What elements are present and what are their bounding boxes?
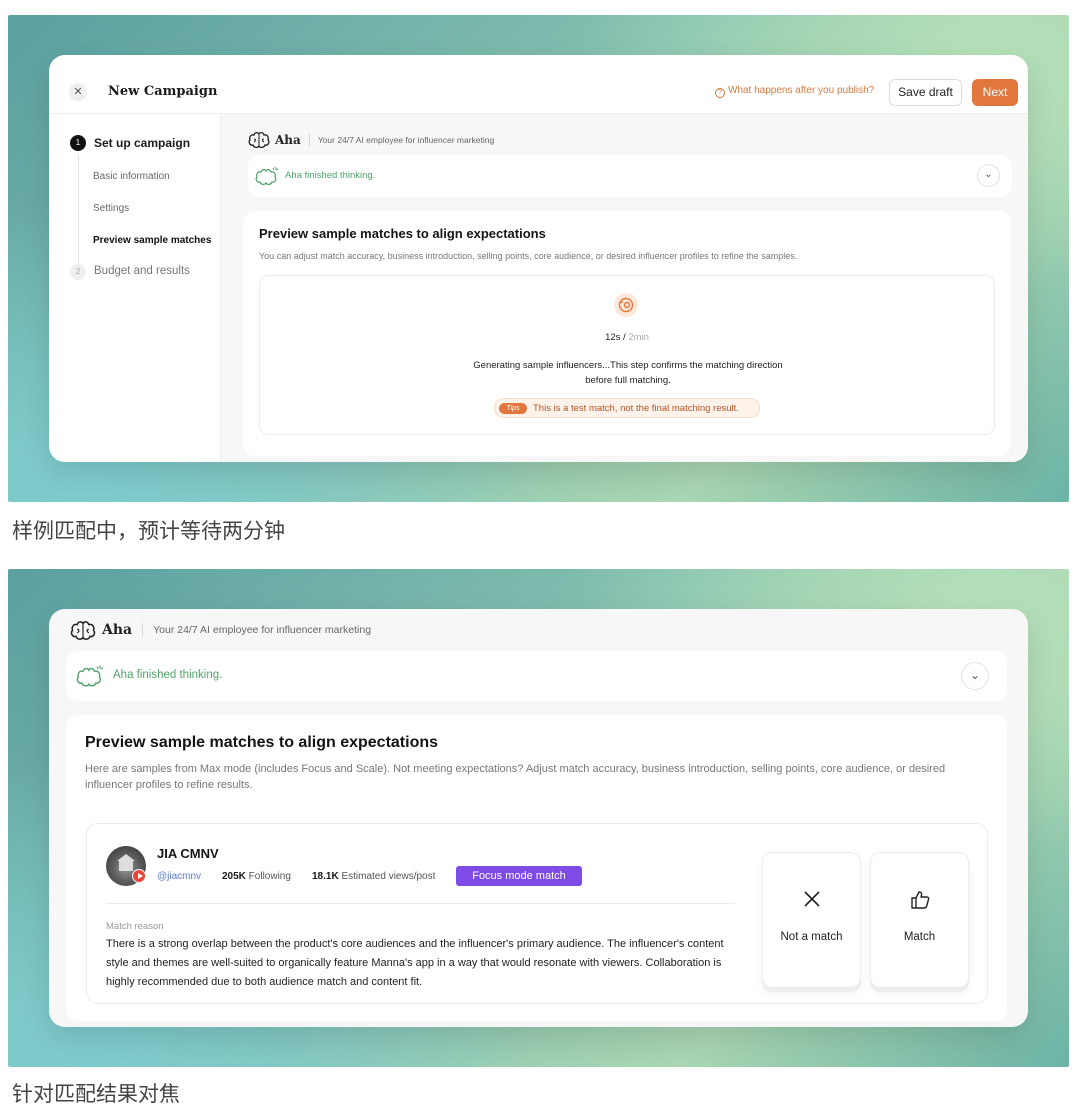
following-count: 205K Following (222, 871, 291, 882)
influencer-handle[interactable]: @jiacmnv (157, 871, 201, 882)
separator (142, 623, 144, 637)
assistant-tagline: Your 24/7 AI employee for influencer mar… (153, 624, 372, 636)
match-reason-text: There is a strong overlap between the pr… (106, 938, 724, 988)
match-button[interactable]: Match (870, 852, 969, 988)
match-label: Match (903, 931, 936, 943)
chevron-down-icon: ⌄ (984, 169, 993, 180)
generating-message: Generating sample influencers...This ste… (473, 360, 783, 386)
help-link[interactable]: ? What happens after you publish? (715, 85, 874, 98)
sub-step-settings[interactable]: Settings (93, 203, 129, 214)
match-reason-label: Match reason (106, 921, 164, 932)
brain-thinking-icon (255, 166, 279, 185)
divider (106, 903, 735, 904)
top-bar: ✕ New Campaign ? What happens after you p… (49, 55, 1028, 114)
assistant-tagline: Your 24/7 AI employee for influencer mar… (317, 135, 495, 145)
thinking-status-text: Aha finished thinking. (113, 669, 223, 681)
step-number: 2 (70, 264, 86, 280)
screenshot-panel-generating: ✕ New Campaign ? What happens after you p… (8, 15, 1069, 502)
assistant-name: Aha (102, 622, 133, 638)
caption-generating: 样例匹配中，预计等待两分钟 (12, 519, 285, 543)
close-button[interactable]: ✕ (69, 83, 87, 101)
thinking-status-bar: Aha finished thinking. ⌄ (248, 155, 1012, 197)
close-icon (763, 889, 860, 915)
caption-results: 针对匹配结果对焦 (12, 1082, 180, 1106)
preview-title: Preview sample matches to align expectat… (259, 226, 546, 241)
not-a-match-label: Not a match (780, 931, 843, 943)
brain-thinking-icon (76, 665, 104, 687)
focus-mode-badge: Focus mode match (456, 866, 582, 886)
estimated-views: 18.1K Estimated views/post (312, 871, 436, 882)
preview-description: You can adjust match accuracy, business … (259, 251, 798, 261)
expand-button[interactable]: ⌄ (961, 662, 989, 690)
steps-sidebar: 1 Set up campaign Basic information Sett… (49, 114, 221, 462)
assistant-name: Aha (275, 133, 301, 147)
elapsed-timer: 12s / 2min (260, 332, 994, 343)
chevron-down-icon: ⌄ (969, 668, 981, 682)
not-a-match-button[interactable]: Not a match (762, 852, 861, 988)
sub-step-basic-information[interactable]: Basic information (93, 171, 170, 182)
separator (308, 134, 310, 146)
match-target-icon (614, 293, 638, 317)
elapsed-time: 12s (605, 332, 621, 343)
thinking-status-bar: Aha finished thinking. ⌄ (66, 651, 1007, 701)
estimated-time: 2min (628, 332, 649, 343)
page-title: New Campaign (108, 84, 218, 99)
preview-section: Preview sample matches to align expectat… (243, 211, 1011, 456)
step-budget-and-results[interactable]: Budget and results (94, 265, 190, 277)
screenshot-panel-results: Aha Your 24/7 AI employee for influencer… (8, 569, 1069, 1067)
step-setup-campaign[interactable]: Set up campaign (94, 136, 190, 150)
influencer-name: JIA CMNV (157, 846, 219, 861)
expand-button[interactable]: ⌄ (977, 164, 1000, 187)
preview-description: Here are samples from Max mode (includes… (85, 763, 946, 791)
main-content: Aha Your 24/7 AI employee for influencer… (221, 114, 1028, 462)
generating-status-box: 12s / 2min Generating sample influencers… (259, 275, 995, 435)
influencer-card: JIA CMNV @jiacmnv 205K Following 18.1K E… (86, 823, 988, 1004)
assistant-header: Aha Your 24/7 AI employee for influencer… (70, 619, 371, 641)
assistant-header: Aha Your 24/7 AI employee for influencer… (248, 131, 494, 149)
step-connector (78, 154, 79, 265)
results-window: Aha Your 24/7 AI employee for influencer… (49, 609, 1028, 1027)
youtube-icon (132, 869, 146, 883)
tips-badge: Tips (499, 403, 527, 414)
thinking-status-text: Aha finished thinking. (285, 170, 376, 181)
sub-step-preview-sample-matches[interactable]: Preview sample matches (93, 235, 211, 246)
save-draft-button[interactable]: Save draft (889, 79, 962, 106)
brain-icon (70, 620, 96, 640)
brain-icon (248, 131, 270, 149)
close-icon: ✕ (73, 86, 83, 98)
next-button[interactable]: Next (972, 79, 1018, 106)
tips-banner: Tips This is a test match, not the final… (494, 398, 760, 418)
step-number: 1 (70, 135, 86, 151)
campaign-window: ✕ New Campaign ? What happens after you p… (49, 55, 1028, 462)
preview-title: Preview sample matches to align expectat… (85, 734, 439, 751)
question-icon: ? (715, 88, 725, 98)
tips-text: This is a test match, not the final matc… (533, 403, 739, 414)
thumbs-up-icon (871, 889, 968, 917)
